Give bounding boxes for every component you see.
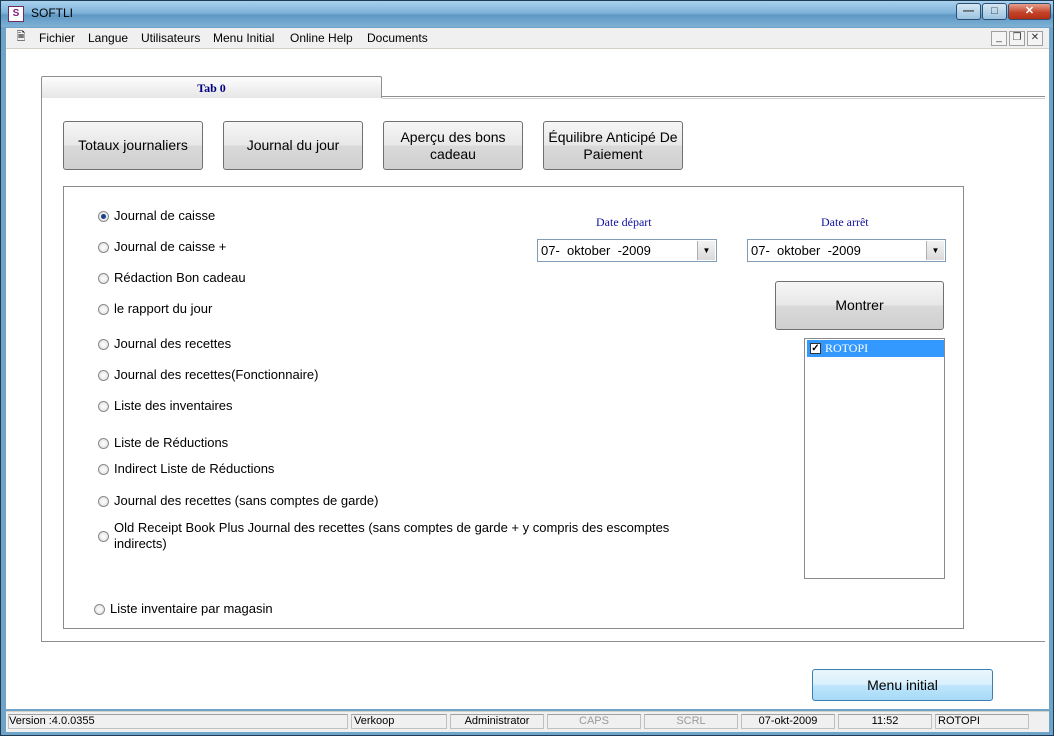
radio-rapport-du-jour[interactable]: le rapport du jour bbox=[98, 301, 212, 316]
date-arret-label: Date arrêt bbox=[821, 215, 869, 229]
radio-label: Rédaction Bon cadeau bbox=[114, 270, 246, 285]
status-caps: CAPS bbox=[547, 714, 641, 729]
menu-bar: 🗎 Fichier Langue Utilisateurs Menu Initi… bbox=[6, 28, 1049, 49]
radio-button[interactable] bbox=[98, 242, 109, 253]
radio-liste-inventaire-par-magasin[interactable]: Liste inventaire par magasin bbox=[94, 601, 273, 616]
radio-label: Journal de caisse + bbox=[114, 239, 227, 254]
radio-button-selected[interactable] bbox=[98, 211, 109, 222]
status-scrl: SCRL bbox=[644, 714, 738, 729]
menu-documents[interactable]: Documents bbox=[367, 31, 428, 45]
radio-button[interactable] bbox=[98, 464, 109, 475]
status-bar: Version :4.0.0355 Verkoop Administrator … bbox=[6, 711, 1049, 732]
radio-redaction-bon-cadeau[interactable]: Rédaction Bon cadeau bbox=[98, 270, 246, 285]
mdi-restore-icon[interactable]: ❐ bbox=[1009, 31, 1025, 46]
montrer-button[interactable]: Montrer bbox=[775, 281, 944, 330]
radio-journal-de-caisse-plus[interactable]: Journal de caisse + bbox=[98, 239, 226, 254]
window-title: SOFTLI bbox=[31, 6, 74, 20]
journal-du-jour-button[interactable]: Journal du jour bbox=[223, 121, 363, 170]
radio-button[interactable] bbox=[98, 273, 109, 284]
radio-liste-de-reductions[interactable]: Liste de Réductions bbox=[98, 435, 228, 450]
radio-label: Journal des recettes (sans comptes de ga… bbox=[114, 493, 379, 508]
radio-label: Old Receipt Book Plus Journal des recett… bbox=[114, 520, 670, 551]
radio-journal-recettes-sans-garde[interactable]: Journal des recettes (sans comptes de ga… bbox=[98, 493, 378, 508]
radio-journal-des-recettes[interactable]: Journal des recettes bbox=[98, 336, 231, 351]
status-user: Administrator bbox=[450, 714, 544, 729]
document-window-icon[interactable]: 🗎 bbox=[14, 31, 28, 44]
radio-button[interactable] bbox=[98, 438, 109, 449]
menu-online-help[interactable]: Online Help bbox=[290, 31, 353, 45]
radio-button[interactable] bbox=[98, 496, 109, 507]
date-arret-dropdown[interactable]: 07- oktober -2009 ▼ bbox=[747, 239, 946, 262]
close-icon[interactable]: ✕ bbox=[1008, 3, 1051, 20]
radio-button[interactable] bbox=[98, 401, 109, 412]
menu-fichier[interactable]: Fichier bbox=[39, 31, 75, 45]
checkbox-checked[interactable]: ✓ bbox=[810, 343, 821, 354]
radio-old-receipt-book[interactable]: Old Receipt Book Plus Journal des recett… bbox=[98, 520, 708, 552]
status-version: Version :4.0.0355 bbox=[8, 714, 348, 729]
radio-label: Indirect Liste de Réductions bbox=[114, 461, 275, 476]
date-depart-dropdown[interactable]: 07- oktober -2009 ▼ bbox=[537, 239, 717, 262]
radio-button[interactable] bbox=[98, 530, 109, 542]
status-time: 11:52 bbox=[838, 714, 932, 729]
radio-label: Journal des recettes bbox=[114, 336, 232, 351]
menu-menu-initial[interactable]: Menu Initial bbox=[213, 31, 274, 45]
totaux-journaliers-button[interactable]: Totaux journaliers bbox=[63, 121, 203, 170]
store-listbox[interactable]: ✓ ROTOPI bbox=[804, 338, 945, 579]
radio-label: le rapport du jour bbox=[114, 301, 213, 316]
app-icon[interactable]: S bbox=[8, 6, 24, 22]
date-arret-value: 07- oktober -2009 bbox=[751, 243, 861, 258]
list-item-label: ROTOPI bbox=[825, 341, 869, 355]
tab-0[interactable]: Tab 0 bbox=[41, 76, 382, 98]
maximize-icon[interactable]: □ bbox=[982, 3, 1007, 20]
tab-label: Tab 0 bbox=[197, 81, 226, 95]
radio-journal-de-caisse[interactable]: Journal de caisse bbox=[98, 208, 215, 223]
list-item[interactable]: ✓ ROTOPI bbox=[807, 340, 944, 357]
title-bar[interactable]: S SOFTLI — □ ✕ bbox=[1, 1, 1053, 27]
radio-label: Liste inventaire par magasin bbox=[110, 601, 273, 616]
status-store: ROTOPI bbox=[935, 714, 1029, 729]
radio-label: Liste des inventaires bbox=[114, 398, 233, 413]
radio-indirect-liste-de-reductions[interactable]: Indirect Liste de Réductions bbox=[98, 461, 274, 476]
radio-label: Liste de Réductions bbox=[114, 435, 229, 450]
radio-label: Journal de caisse bbox=[114, 208, 216, 223]
radio-button[interactable] bbox=[98, 339, 109, 350]
status-mode: Verkoop bbox=[351, 714, 447, 729]
application-window: S SOFTLI — □ ✕ 🗎 Fichier Langue Utilisat… bbox=[0, 0, 1054, 736]
mdi-minimize-icon[interactable]: _ bbox=[991, 31, 1007, 46]
equilibre-anticipe-button[interactable]: Équilibre Anticipé De Paiement bbox=[543, 121, 683, 170]
mdi-close-icon[interactable]: ✕ bbox=[1027, 31, 1043, 46]
date-depart-value: 07- oktober -2009 bbox=[541, 243, 651, 258]
radio-button[interactable] bbox=[98, 370, 109, 381]
menu-initial-button[interactable]: Menu initial bbox=[812, 669, 993, 701]
radio-button[interactable] bbox=[98, 304, 109, 315]
menu-langue[interactable]: Langue bbox=[88, 31, 128, 45]
chevron-down-icon[interactable]: ▼ bbox=[697, 241, 715, 260]
radio-label: Journal des recettes(Fonctionnaire) bbox=[114, 367, 319, 382]
status-date: 07-okt-2009 bbox=[741, 714, 835, 729]
chevron-down-icon[interactable]: ▼ bbox=[926, 241, 944, 260]
menu-utilisateurs[interactable]: Utilisateurs bbox=[141, 31, 200, 45]
apercu-bons-cadeau-button[interactable]: Aperçu des bons cadeau bbox=[383, 121, 523, 170]
date-depart-label: Date départ bbox=[596, 215, 652, 229]
radio-button[interactable] bbox=[94, 604, 105, 615]
radio-journal-des-recettes-fonctionnaire[interactable]: Journal des recettes(Fonctionnaire) bbox=[98, 367, 319, 382]
minimize-icon[interactable]: — bbox=[956, 3, 981, 20]
radio-liste-des-inventaires[interactable]: Liste des inventaires bbox=[98, 398, 233, 413]
